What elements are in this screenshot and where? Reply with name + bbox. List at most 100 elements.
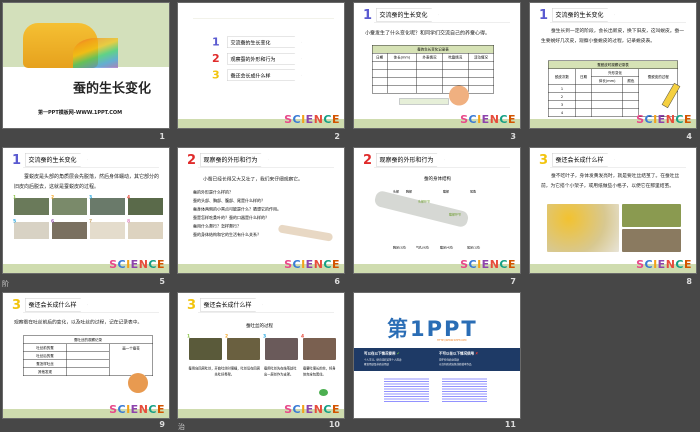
slide-element: 1 交流蚕的生长变化 蚕蜕皮是头部的角质层会先脱落，然后身体蠕动，其它部分的旧皮向… — [3, 148, 169, 273]
slide-element: C — [323, 258, 332, 272]
text-label: 其他发现 — [23, 367, 67, 376]
slide-element: C — [675, 258, 684, 272]
slide-thumbnail-9[interactable]: 3 蚕还会长成什么样 观察蚕在吐丝前后的变化，以及吐丝的过程，记在记录表中。 蚕吐… — [2, 292, 170, 419]
text-label: 体长(mm) — [591, 76, 624, 85]
text-label: 4 — [301, 334, 305, 339]
slide-element — [575, 100, 592, 109]
slide-element: 3 蚕还会长成什么样 蚕不吃叶子，身体发黄发亮时，就是要吐丝结茧了。在蚕吐丝前，为… — [530, 148, 696, 273]
slide-element: E — [130, 258, 139, 272]
slide-element — [386, 61, 417, 70]
check-icon: ✔ — [396, 351, 400, 356]
slide-element: 8 — [127, 219, 163, 239]
slide-element — [416, 85, 443, 94]
slide-thumbnail-7[interactable]: 2 观察蚕的外形和行为 蚕的身体结构 头部 胸部 腹部 尾角 头部环节 腹部环节 … — [353, 147, 521, 274]
slide-element: E — [657, 258, 666, 272]
slide-thumbnail-3[interactable]: 1 交流蚕的生长变化 小蚕发生了什么变化呢？和同学们交流自己的养蚕心得。 蚕的生长… — [353, 2, 521, 129]
text-label: 外形变化 — [591, 68, 639, 77]
slide-number: 8 — [686, 277, 692, 286]
slide-element — [575, 108, 592, 117]
slide-element: 2 — [363, 152, 373, 168]
next-icon[interactable] — [319, 389, 328, 396]
number-3-icon: 3 — [212, 69, 220, 82]
text-label: 腹足(4对) — [440, 246, 454, 250]
slide-element: N — [313, 403, 324, 417]
slide-element: 1 交流蚕的生长变化 蚕生长到一定的阶段，会长出新皮，换下旧皮，这叫蜕皮。蚕一生要… — [530, 3, 696, 128]
slide-thumbnail-4[interactable]: 1 交流蚕的生长变化 蚕生长到一定的阶段，会长出新皮，换下旧皮，这叫蜕皮。蚕一生要… — [529, 2, 697, 129]
spinning-record-table: 蚕吐丝的观察记录 吐丝前的蚕 画一个蚕茧 吐丝后的蚕 蚕怎样吐丝 其他发现 — [23, 335, 153, 376]
toc-item-1[interactable]: 交流蚕的生长变化 — [227, 36, 302, 48]
slide-element — [622, 92, 639, 101]
text-label: 腹部 — [443, 190, 450, 194]
slide-element: SCIENCE — [109, 259, 165, 272]
slide-element: N — [313, 113, 324, 127]
slide-element — [66, 351, 110, 360]
toc-item-2[interactable]: 观察蚕的外形和行为 — [227, 53, 302, 65]
text-label: 吃桑情况 — [442, 53, 469, 62]
slide-element: 2 观察蚕的外形和行为 — [363, 152, 446, 168]
slide-thumbnail-6[interactable]: 2 观察蚕的外形和行为 小蚕已经长得又大又壮了，我们来仔细观察它。 蚕的外形是什么… — [177, 147, 345, 274]
slide-element: C — [323, 403, 332, 417]
text-label: 蚕用吐丝先在结茧处吐出一层丝作为支架。 — [264, 366, 297, 377]
text-label: 蚕怎样吐丝 — [23, 359, 67, 368]
slide-element: 7 — [89, 219, 125, 239]
slide-element: C — [292, 113, 302, 127]
slide-element — [416, 69, 443, 78]
slide-element: S — [460, 258, 469, 272]
slide-element: C — [499, 258, 508, 272]
slide-element — [66, 343, 110, 352]
slide-thumbnail-5[interactable]: 1 交流蚕的生长变化 蚕蜕皮是头部的角质层会先脱落，然后身体蠕动，其它部分的旧皮向… — [2, 147, 170, 274]
slide-element: 1 — [12, 152, 22, 168]
child-illustration — [449, 85, 469, 106]
text-label: 2 — [548, 92, 576, 101]
slide-number: 10 — [328, 420, 340, 429]
slide-element: 蚕吐丝的观察记录 吐丝前的蚕 画一个蚕茧 吐丝后的蚕 蚕怎样吐丝 其他发现 — [23, 335, 153, 376]
slide-element: 1 交流蚕的生长变化 2 观察蚕的外形和行为 3 蚕还会长成什么样 — [212, 36, 302, 82]
slide-number: 7 — [510, 277, 516, 286]
slide-element: 4 — [127, 195, 163, 215]
text-label: 蚕是怎样吃桑叶的？蚕的口器是什么样的？ — [193, 215, 269, 221]
slide-element: SCIENCE — [109, 404, 165, 417]
slide-element: 6 — [51, 219, 87, 239]
slide-thumbnail-1[interactable]: 蚕的生长变化 第一PPT模板网-WWW.1PPT.COM — [2, 2, 170, 129]
frame-photo — [622, 229, 681, 252]
slide-element — [622, 84, 639, 93]
slide-element: 3 — [539, 152, 549, 168]
slide-element: SCIENCE — [460, 114, 516, 127]
slide-thumbnail-11[interactable]: 第1PPT HTTP://WWW.1PPT.COM 可以在以下情况使用 ✔ 个人… — [353, 292, 521, 419]
slide-element: 5 — [13, 219, 49, 239]
slide-thumbnail-10[interactable]: 3 蚕还会长成什么样 蚕吐丝的过程 1 2 3 4 蚕用向四周吐丝，开始吐丝时很细… — [177, 292, 345, 419]
slide-element: 1 交流蚕的生长变化 — [212, 36, 302, 49]
slide-element: 3 — [187, 297, 197, 313]
slide-element — [550, 22, 686, 23]
slide-element — [575, 92, 592, 101]
presentation-subtitle: 第一PPT模板网-WWW.1PPT.COM — [38, 110, 123, 116]
slide-thumbnail-8[interactable]: 3 蚕还会长成什么样 蚕不吃叶子，身体发黄发亮时，就是要吐丝结茧了。在蚕吐丝前，为… — [529, 147, 697, 274]
slide-element: 2 观察蚕的外形和行为 小蚕已经长得又大又壮了，我们来仔细观察它。 蚕的外形是什么… — [178, 148, 344, 273]
slide-element — [550, 167, 686, 168]
slide-element — [374, 22, 510, 23]
text-label: 蚕吐丝的观察记录 — [23, 335, 153, 344]
slide-header: 交流蚕的生长变化 — [25, 153, 89, 167]
toc-item-3[interactable]: 蚕还会长成什么样 — [227, 69, 302, 81]
slide-element: 可以在以下情况使用 ✔ — [364, 351, 400, 356]
text-label: 头部 — [393, 190, 400, 194]
slide-element — [374, 167, 510, 168]
text-label: HTTP://WWW.1PPT.COM — [437, 339, 467, 342]
text-label: 吐丝前的蚕 — [23, 343, 67, 352]
slide-element: C — [148, 258, 157, 272]
growth-record-table: 蚕的生长变化记录表 日期 体长(mm) 外表情况 吃桑情况 活动情况 — [372, 45, 495, 94]
slide-element: SCIENCE — [284, 259, 340, 272]
slide-thumbnail-2[interactable]: 1 交流蚕的生长变化 2 观察蚕的外形和行为 3 蚕还会长成什么样 SCIENCE — [177, 2, 345, 129]
text-label: 蚕蜕皮的过程 — [638, 68, 678, 85]
slide-element: 2 观察蚕的外形和行为 — [212, 53, 302, 65]
text-label: 蚕用什么爬行？怎样爬行？ — [193, 224, 241, 229]
text-label: 蚕的身体结构和它的生活有什么关系？ — [193, 232, 261, 238]
slide-number: 4 — [686, 132, 692, 141]
slide-element — [372, 77, 388, 86]
slide-element: 1 — [187, 334, 222, 360]
slide-element: E — [657, 113, 666, 127]
slide-element: 1 2 3 4 5 6 7 8 — [13, 195, 164, 239]
text-label: 蚕身体两侧的小黑点可能是什么？猜想它的作用。 — [193, 207, 281, 212]
text-label: 画一个蚕茧 — [109, 343, 153, 376]
slide-element — [467, 77, 495, 86]
